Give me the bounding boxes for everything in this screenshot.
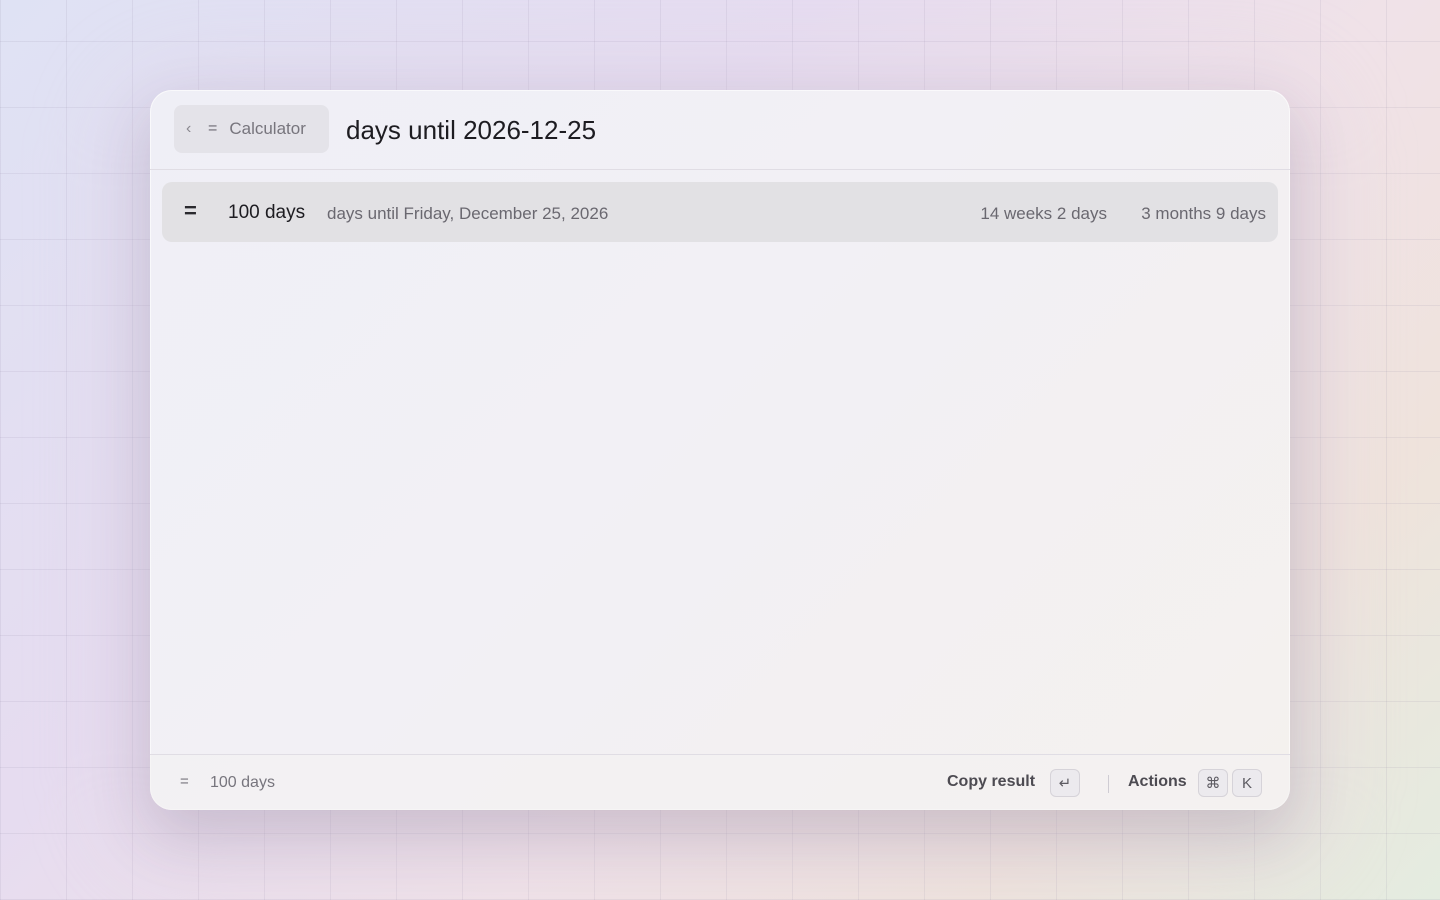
equals-icon: = bbox=[184, 198, 197, 223]
result-description: days until Friday, December 25, 2026 bbox=[327, 204, 609, 223]
back-to-calculator-button[interactable]: ‹ = Calculator bbox=[174, 105, 329, 153]
action-bar: = 100 days Copy result ↵ Actions ⌘ K bbox=[150, 754, 1290, 810]
search-input[interactable] bbox=[346, 112, 1246, 148]
equals-icon: = bbox=[208, 120, 218, 137]
result-value: 100 days bbox=[228, 202, 306, 223]
result-alt-months: 3 months 9 days bbox=[1141, 204, 1266, 223]
equals-icon: = bbox=[180, 773, 189, 790]
return-key-icon: ↵ bbox=[1050, 769, 1080, 797]
footer-result-value: 100 days bbox=[210, 774, 275, 791]
actions-button[interactable]: Actions bbox=[1128, 773, 1187, 791]
result-alt-weeks: 14 weeks 2 days bbox=[980, 204, 1107, 223]
launcher-window: ‹ = Calculator = 100 days days until Fri… bbox=[150, 90, 1290, 810]
result-row[interactable]: = 100 days days until Friday, December 2… bbox=[162, 182, 1278, 242]
extension-label: Calculator bbox=[229, 119, 306, 138]
chevron-left-icon: ‹ bbox=[186, 120, 192, 137]
footer-divider bbox=[1108, 775, 1109, 793]
copy-result-button[interactable]: Copy result bbox=[947, 773, 1035, 791]
command-key-icon: ⌘ bbox=[1198, 769, 1228, 797]
k-key-icon: K bbox=[1232, 769, 1262, 797]
search-header: ‹ = Calculator bbox=[150, 90, 1290, 170]
